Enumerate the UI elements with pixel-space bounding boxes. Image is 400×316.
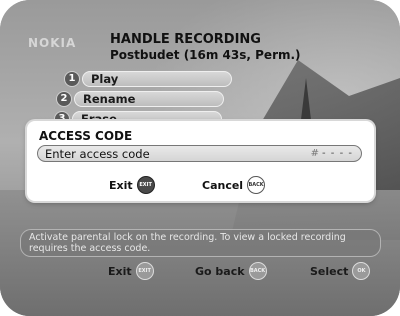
exit-label: Exit — [108, 264, 132, 278]
access-code-placeholder: Enter access code — [45, 146, 150, 161]
exit-key-icon: EXIT — [136, 176, 155, 194]
cancel-label: Cancel — [202, 178, 244, 192]
access-code-mask: # - - - - — [311, 148, 361, 159]
menu-item-play[interactable]: 1 Play — [64, 70, 232, 87]
brand-logo: NOKIA — [28, 36, 77, 50]
access-code-dialog: ACCESS CODE Enter access code # - - - - E… — [27, 121, 374, 201]
select-label: Select — [310, 264, 349, 278]
back-key-icon: BACK — [247, 176, 266, 194]
menu-item-label: Play — [82, 70, 232, 87]
menu-item-rename[interactable]: 2 Rename — [56, 90, 224, 107]
menu-number-badge: 1 — [64, 70, 80, 87]
footer-exit-button[interactable]: Exit EXIT — [108, 262, 154, 280]
mask-digits: - - - - — [322, 148, 353, 159]
back-key-icon: BACK — [248, 262, 267, 280]
menu-item-label: Rename — [74, 90, 224, 107]
dialog-cancel-button[interactable]: Cancel BACK — [202, 176, 266, 194]
footer-select-button[interactable]: Select OK — [310, 262, 371, 280]
dialog-exit-button[interactable]: Exit EXIT — [109, 176, 155, 194]
recording-subtitle: Postbudet (16m 43s, Perm.) — [110, 48, 301, 62]
go-back-label: Go back — [195, 264, 245, 278]
info-text: Activate parental lock on the recording.… — [29, 232, 346, 254]
info-text-box: Activate parental lock on the recording.… — [20, 229, 381, 257]
hash-icon: # — [310, 148, 321, 159]
page-title: HANDLE RECORDING — [110, 32, 261, 47]
tv-screen: NOKIA HANDLE RECORDING Postbudet (16m 43… — [0, 0, 400, 316]
exit-key-icon: EXIT — [135, 262, 154, 280]
exit-label: Exit — [109, 178, 133, 192]
menu-number-badge: 2 — [56, 90, 72, 107]
ok-key-icon: OK — [352, 262, 371, 280]
access-code-input[interactable]: Enter access code # - - - - — [37, 145, 362, 162]
dialog-title: ACCESS CODE — [39, 129, 133, 143]
footer-go-back-button[interactable]: Go back BACK — [195, 262, 267, 280]
